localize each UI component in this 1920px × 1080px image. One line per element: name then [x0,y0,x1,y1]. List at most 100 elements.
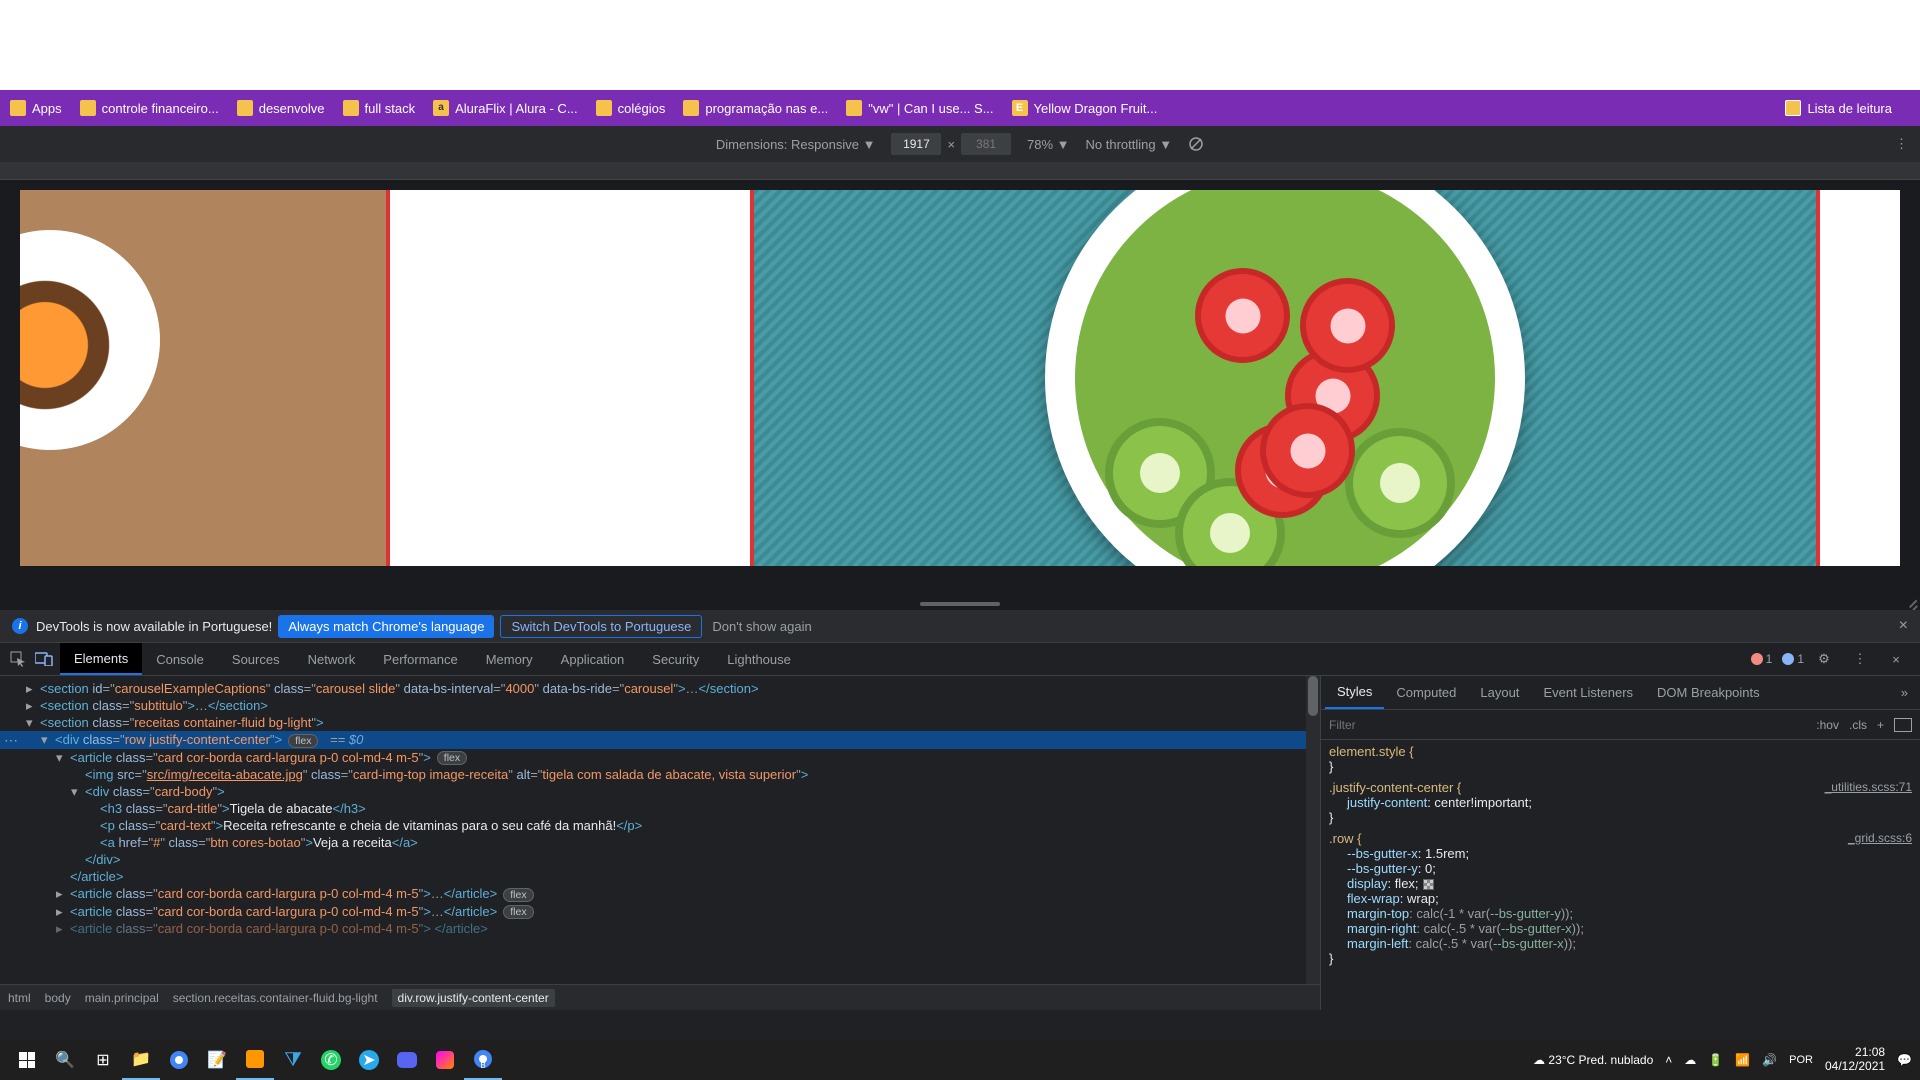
css-selector[interactable]: .justify-content-center { [1329,780,1461,795]
flex-editor-icon[interactable] [1423,879,1434,890]
battery-tray-icon[interactable]: 🔋 [1708,1053,1723,1067]
search-button[interactable]: 🔍 [46,1040,84,1080]
breadcrumb-item[interactable]: body [45,991,71,1005]
tab-console[interactable]: Console [142,643,218,675]
css-source-link[interactable]: _utilities.scss:71 [1825,780,1912,794]
notifications-button[interactable]: 💬 [1897,1053,1912,1067]
error-count-badge[interactable]: 1 [1751,652,1773,666]
page-preview[interactable] [20,190,1900,566]
telegram-icon[interactable]: ➤ [350,1040,388,1080]
new-style-rule-button[interactable]: + [1877,718,1884,732]
volume-tray-icon[interactable]: 🔊 [1762,1053,1777,1067]
zoom-dropdown[interactable]: 78% ▼ [1027,137,1070,152]
tab-network[interactable]: Network [294,643,370,675]
bookmark-label: controle financeiro... [102,101,219,116]
viewport-width-input[interactable] [891,133,941,155]
message-count-badge[interactable]: 1 [1782,652,1804,666]
throttling-dropdown[interactable]: No throttling ▼ [1086,137,1173,152]
device-more-button[interactable]: ⋮ [1895,136,1908,152]
bookmark-item[interactable]: controle financeiro... [80,100,219,116]
flex-badge[interactable]: flex [503,888,533,902]
close-devtools-button[interactable]: × [1886,649,1906,669]
styles-more-tabs[interactable]: » [1893,685,1916,700]
sublime-icon[interactable] [236,1040,274,1080]
tab-styles[interactable]: Styles [1325,676,1384,709]
windows-taskbar: 🔍 ⊞ 📁 📝 ⧩ ✆ ➤ B ☁ 23°C Pred. nublado ˄ ☁… [0,1040,1920,1080]
flex-badge[interactable]: flex [437,751,467,765]
tab-dom-breakpoints[interactable]: DOM Breakpoints [1645,676,1772,709]
css-rules-list[interactable]: element.style { } .justify-content-cente… [1321,740,1920,1010]
elements-breadcrumb: html body main.principal section.receita… [0,984,1320,1010]
bookmark-item[interactable]: programação nas e... [683,100,828,116]
tab-performance[interactable]: Performance [369,643,471,675]
tab-layout[interactable]: Layout [1468,676,1531,709]
elements-dom-tree[interactable]: ▸<section id="carouselExampleCaptions" c… [0,676,1320,1010]
bookmark-item[interactable]: colégios [596,100,666,116]
toggle-cls-button[interactable]: .cls [1849,718,1867,732]
taskbar-clock[interactable]: 21:08 04/12/2021 [1825,1046,1885,1074]
flex-badge[interactable]: flex [288,734,318,748]
bookmark-apps[interactable]: Apps [10,100,62,116]
settings-button[interactable]: ⚙ [1814,649,1834,669]
css-selector[interactable]: element.style { [1329,744,1414,759]
wifi-tray-icon[interactable]: 📶 [1735,1053,1750,1067]
toggle-device-button[interactable] [34,649,54,669]
file-explorer-icon[interactable]: 📁 [122,1040,160,1080]
flex-badge[interactable]: flex [503,905,533,919]
dont-show-again-button[interactable]: Don't show again [712,619,811,634]
tab-event-listeners[interactable]: Event Listeners [1531,676,1645,709]
bookmark-item[interactable]: desenvolve [237,100,325,116]
bookmark-label: "vw" | Can I use... S... [868,101,993,116]
match-language-button[interactable]: Always match Chrome's language [278,615,494,638]
breadcrumb-item[interactable]: div.row.justify-content-center [392,989,555,1007]
bookmark-item[interactable]: "vw" | Can I use... S... [846,100,993,116]
weather-widget[interactable]: ☁ 23°C Pred. nublado [1533,1053,1653,1067]
language-indicator[interactable]: POR [1789,1054,1813,1066]
bookmark-label: colégios [618,101,666,116]
viewport-height-input[interactable] [961,133,1011,155]
favicon-icon [343,100,359,116]
breadcrumb-item[interactable]: main.principal [85,991,159,1005]
viewport-drag-handle[interactable] [920,602,1000,606]
devtools-more-button[interactable]: ⋮ [1850,649,1870,669]
css-selector[interactable]: .row { [1329,831,1362,846]
favicon-icon [237,100,253,116]
switch-language-button[interactable]: Switch DevTools to Portuguese [500,615,702,638]
toggle-hov-button[interactable]: :hov [1816,718,1839,732]
recipe-card-1 [20,190,390,566]
tab-memory[interactable]: Memory [472,643,547,675]
dimensions-dropdown[interactable]: Dimensions: Responsive ▼ [716,137,876,152]
tab-application[interactable]: Application [547,643,639,675]
styles-filter-input[interactable] [1329,718,1806,732]
tab-elements[interactable]: Elements [60,643,142,675]
box-model-icon[interactable] [1894,718,1912,732]
tab-lighthouse[interactable]: Lighthouse [713,643,805,675]
inspect-element-button[interactable] [8,649,28,669]
tab-computed[interactable]: Computed [1384,676,1468,709]
rotate-button[interactable] [1188,136,1204,152]
viewport-resize-handle[interactable] [1906,596,1918,608]
chrome-beta-icon[interactable]: B [464,1040,502,1080]
favicon-icon [596,100,612,116]
creative-cloud-icon[interactable] [426,1040,464,1080]
reading-list-button[interactable]: Lista de leitura [1785,100,1892,116]
tab-security[interactable]: Security [638,643,713,675]
chrome-icon[interactable] [160,1040,198,1080]
vscode-icon[interactable]: ⧩ [274,1040,312,1080]
bookmark-item[interactable]: EYellow Dragon Fruit... [1012,100,1158,116]
whatsapp-icon[interactable]: ✆ [312,1040,350,1080]
onedrive-tray-icon[interactable]: ☁ [1684,1053,1696,1067]
task-view-button[interactable]: ⊞ [84,1040,122,1080]
bookmark-item[interactable]: aAluraFlix | Alura - C... [433,100,578,116]
bookmark-item[interactable]: full stack [343,100,416,116]
close-infobar-button[interactable]: × [1899,617,1908,635]
notepad-icon[interactable]: 📝 [198,1040,236,1080]
discord-icon[interactable] [388,1040,426,1080]
start-button[interactable] [8,1040,46,1080]
css-source-link[interactable]: _grid.scss:6 [1848,831,1912,845]
tab-sources[interactable]: Sources [218,643,294,675]
breadcrumb-item[interactable]: html [8,991,31,1005]
breadcrumb-item[interactable]: section.receitas.container-fluid.bg-ligh… [173,991,378,1005]
dom-scrollbar[interactable] [1306,676,1320,1010]
tray-chevron-icon[interactable]: ˄ [1665,1053,1672,1067]
